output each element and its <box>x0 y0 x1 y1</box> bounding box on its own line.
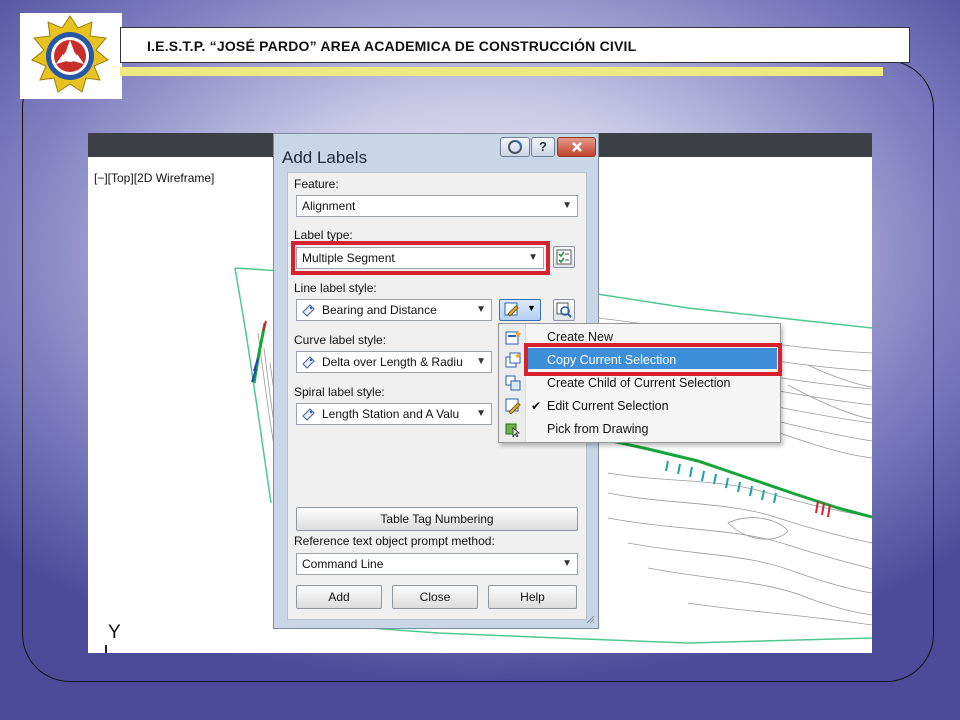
ucs-axis-line <box>105 645 107 653</box>
feature-value: Alignment <box>302 199 356 213</box>
feature-label: Feature: <box>294 177 339 191</box>
label-settings-button[interactable] <box>553 246 575 268</box>
chevron-down-icon: ▼ <box>476 356 486 367</box>
copy-style-icon <box>505 352 521 368</box>
style-options-button[interactable]: ▼ <box>499 299 541 321</box>
add-button[interactable]: Add <box>296 585 382 609</box>
spiral-label-style-value: Length Station and A Valu <box>322 407 460 421</box>
edit-style-icon <box>505 398 521 414</box>
curve-label-style-value: Delta over Length & Radiu <box>322 355 463 369</box>
label-style-icon <box>302 408 315 421</box>
spiral-label-style-label: Spiral label style: <box>294 385 385 399</box>
resize-grip-icon[interactable] <box>585 614 595 624</box>
close-icon <box>571 142 582 152</box>
line-label-style-dropdown[interactable]: Bearing and Distance ▼ <box>296 299 492 321</box>
question-icon: ? <box>539 139 547 154</box>
menu-item-create-new[interactable]: Create New <box>547 330 613 344</box>
close-button[interactable]: Close <box>392 585 478 609</box>
ucs-y-axis-label: Y <box>108 622 121 643</box>
chevron-down-icon: ▼ <box>476 408 486 419</box>
label-type-label: Label type: <box>294 228 353 242</box>
label-style-icon <box>302 304 315 317</box>
reference-prompt-dropdown[interactable]: Command Line ▼ <box>296 553 578 575</box>
style-context-menu: Create New Copy Current Selection Create… <box>498 323 781 443</box>
check-mark-icon: ✔ <box>531 399 542 413</box>
magnifier-icon <box>556 302 572 318</box>
checklist-icon <box>556 249 572 265</box>
surface-boundary-left <box>234 267 272 504</box>
dialog-close-button[interactable] <box>557 137 596 157</box>
institute-logo <box>20 13 122 99</box>
line-label-style-value: Bearing and Distance <box>322 303 437 317</box>
spiral-label-style-dropdown[interactable]: Length Station and A Valu ▼ <box>296 403 492 425</box>
feature-dropdown[interactable]: Alignment ▼ <box>296 195 578 217</box>
chevron-down-icon: ▼ <box>562 558 572 569</box>
menu-item-edit-current-selection[interactable]: Edit Current Selection <box>547 399 669 413</box>
create-new-style-icon <box>505 330 521 345</box>
table-tag-numbering-button[interactable]: Table Tag Numbering <box>296 507 578 531</box>
help-button[interactable]: Help <box>488 585 577 609</box>
alignment-line <box>597 436 872 519</box>
line-label-style-label: Line label style: <box>294 281 377 295</box>
copy-selection-highlight <box>524 343 782 376</box>
institute-gear-emblem-icon <box>31 15 109 93</box>
reference-prompt-label: Reference text object prompt method: <box>294 534 495 548</box>
header-accent-bar <box>120 67 883 76</box>
help-circle-button[interactable] <box>500 137 530 157</box>
question-button[interactable]: ? <box>531 137 555 157</box>
pick-from-drawing-icon <box>505 423 521 437</box>
label-type-highlight <box>291 241 550 275</box>
slide-header: I.E.S.T.P. “JOSÉ PARDO” AREA ACADEMICA D… <box>120 27 910 63</box>
curve-label-style-label: Curve label style: <box>294 333 387 347</box>
curve-label-style-dropdown[interactable]: Delta over Length & Radiu ▼ <box>296 351 492 373</box>
edit-style-icon <box>504 302 519 317</box>
help-circle-icon <box>508 140 522 154</box>
chevron-down-icon: ▼ <box>527 303 536 313</box>
chevron-down-icon: ▼ <box>562 200 572 211</box>
menu-item-pick-from-drawing[interactable]: Pick from Drawing <box>547 422 648 436</box>
child-style-icon <box>505 375 521 391</box>
chevron-down-icon: ▼ <box>476 304 486 315</box>
label-style-icon <box>302 356 315 369</box>
slide-header-title: I.E.S.T.P. “JOSÉ PARDO” AREA ACADEMICA D… <box>147 38 637 54</box>
dialog-title: Add Labels <box>282 148 368 167</box>
menu-item-create-child[interactable]: Create Child of Current Selection <box>547 376 730 390</box>
preview-style-button[interactable] <box>553 299 575 321</box>
viewport-label[interactable]: [−][Top][2D Wireframe] <box>94 171 214 185</box>
reference-prompt-value: Command Line <box>302 557 384 571</box>
